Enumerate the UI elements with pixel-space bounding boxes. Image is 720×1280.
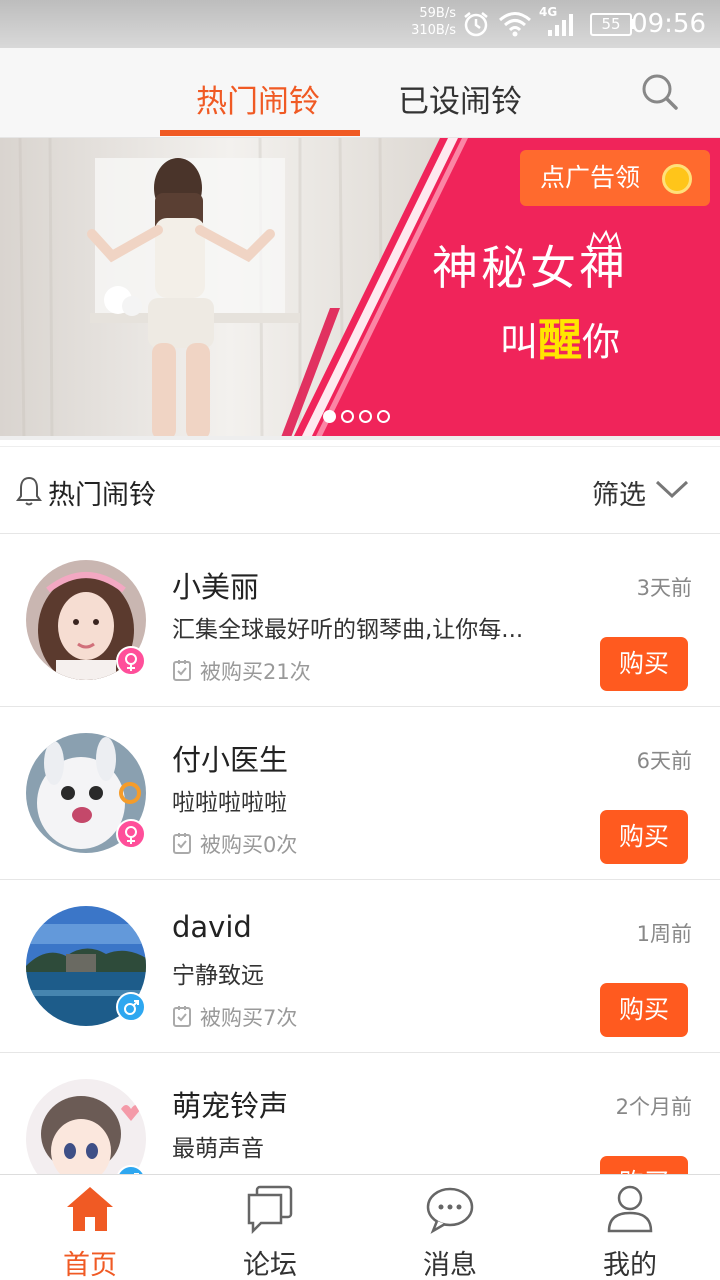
nav-label: 论坛 [243,1250,297,1280]
nav-forum[interactable]: 论坛 [180,1175,360,1280]
wifi-icon [499,12,531,37]
item-description: 宁静致远 [172,963,264,989]
section-title: 热门闹铃 [48,480,156,511]
item-description: 啦啦啦啦啦 [172,790,287,816]
net-down: 59B/s [419,6,456,21]
clock: 09:56 [631,9,706,39]
home-icon [67,1187,113,1231]
nav-label: 消息 [423,1250,477,1280]
purchase-count: 被购买21次 [200,660,311,684]
female-icon [116,646,146,676]
item-name: 付小医生 [172,743,289,777]
tab-hot-alarms[interactable]: 热门闹铃 [196,76,320,121]
search-icon[interactable] [638,70,682,114]
message-icon [426,1187,474,1234]
purchase-check-icon [173,833,191,854]
item-timestamp: 2个月前 [615,1095,692,1119]
item-description: 汇集全球最好听的钢琴曲,让你每... [172,617,524,643]
battery-level: 55 [601,15,621,33]
banner-subtitle-mid: 醒 [538,315,583,366]
tab-set-alarms[interactable]: 已设闹铃 [398,76,522,121]
bell-icon [16,476,42,506]
alarm-icon [464,12,488,37]
nav-label: 我的 [603,1250,657,1280]
banner-subtitle-left: 叫 [500,320,539,364]
item-name: david [172,910,252,944]
ad-reward-button[interactable]: 点广告领 [520,150,710,206]
chevron-down-icon[interactable] [654,477,690,501]
female-icon [116,819,146,849]
active-tab-indicator [160,130,360,136]
buy-button[interactable]: 购买 [600,983,688,1037]
profile-icon [607,1185,653,1233]
carousel-dot[interactable] [323,410,336,423]
bottom-nav: 首页 论坛 消息 我的 [0,1174,720,1280]
carousel-dot[interactable] [359,410,372,423]
item-name: 小美丽 [172,570,260,604]
list-item[interactable]: david 宁静致远 被购买7次 1周前 购买 [0,880,720,1053]
item-timestamp: 3天前 [636,576,692,600]
list-item[interactable]: 小美丽 汇集全球最好听的钢琴曲,让你每... 被购买21次 3天前 购买 [0,534,720,707]
status-bar: 59B/s 310B/s 4G 55 09:56 [0,0,720,48]
purchase-check-icon [173,1006,191,1027]
list-item[interactable]: 付小医生 啦啦啦啦啦 被购买0次 6天前 购买 [0,707,720,880]
network-speed: 59B/s 310B/s [402,5,456,39]
purchase-check-icon [173,660,191,681]
net-up: 310B/s [411,23,456,38]
purchase-count: 被购买0次 [200,833,298,857]
carousel-indicator[interactable] [323,408,395,427]
forum-icon [247,1185,293,1235]
buy-button[interactable]: 购买 [600,637,688,691]
ad-reward-label: 点广告领 [540,163,641,192]
item-name: 萌宠铃声 [172,1089,289,1123]
nav-home[interactable]: 首页 [0,1175,180,1280]
top-tab-bar: 热门闹铃 已设闹铃 [0,48,720,138]
item-timestamp: 1周前 [636,922,692,946]
nav-profile[interactable]: 我的 [540,1175,720,1280]
item-timestamp: 6天前 [636,749,692,773]
buy-button[interactable]: 购买 [600,810,688,864]
nav-messages[interactable]: 消息 [360,1175,540,1280]
purchase-count: 被购买7次 [200,1006,298,1030]
filter-button[interactable]: 筛选 [592,473,646,512]
carousel-dot[interactable] [377,410,390,423]
promo-banner[interactable]: 点广告领 神秘女神 叫醒你 [0,138,720,440]
banner-subtitle: 叫醒你 [500,304,620,368]
coin-icon [662,164,692,194]
male-icon [116,992,146,1022]
carousel-dot[interactable] [341,410,354,423]
battery-icon: 55 [590,13,632,36]
banner-title: 神秘女神 [432,241,628,295]
banner-subtitle-right: 你 [582,320,621,364]
signal-icon [548,14,573,36]
item-description: 最萌声音 [172,1136,264,1162]
alarm-list: 小美丽 汇集全球最好听的钢琴曲,让你每... 被购买21次 3天前 购买 付小医… [0,534,720,1226]
nav-label: 首页 [63,1250,117,1280]
section-header: 热门闹铃 筛选 [0,446,720,534]
